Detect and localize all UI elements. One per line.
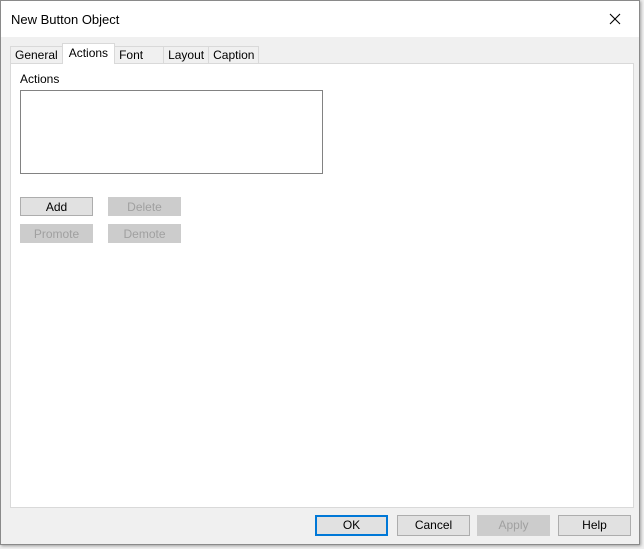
demote-button[interactable]: Demote [108, 224, 181, 243]
cancel-button[interactable]: Cancel [397, 515, 470, 536]
add-button[interactable]: Add [20, 197, 93, 216]
tab-font[interactable]: Font [114, 46, 165, 64]
tab-strip: General Actions Font Layout Caption [10, 43, 260, 64]
ok-button[interactable]: OK [315, 515, 388, 536]
tab-layout[interactable]: Layout [163, 46, 210, 64]
promote-button[interactable]: Promote [20, 224, 93, 243]
dialog-window: New Button Object General Actions Font L… [0, 0, 640, 545]
actions-listbox[interactable] [20, 90, 323, 174]
window-title: New Button Object [11, 12, 120, 27]
actions-tab-panel: Actions Add Delete Promote Demote [10, 63, 634, 508]
title-bar[interactable]: New Button Object [1, 1, 639, 37]
help-button[interactable]: Help [558, 515, 631, 536]
tab-general[interactable]: General [10, 46, 63, 64]
close-icon [609, 13, 621, 25]
dialog-client-area: General Actions Font Layout Caption Acti… [1, 37, 639, 544]
delete-button[interactable]: Delete [108, 197, 181, 216]
apply-button[interactable]: Apply [477, 515, 550, 536]
actions-label: Actions [20, 72, 60, 86]
close-button[interactable] [595, 3, 635, 35]
tab-caption[interactable]: Caption [208, 46, 260, 64]
tab-actions[interactable]: Actions [61, 43, 116, 64]
